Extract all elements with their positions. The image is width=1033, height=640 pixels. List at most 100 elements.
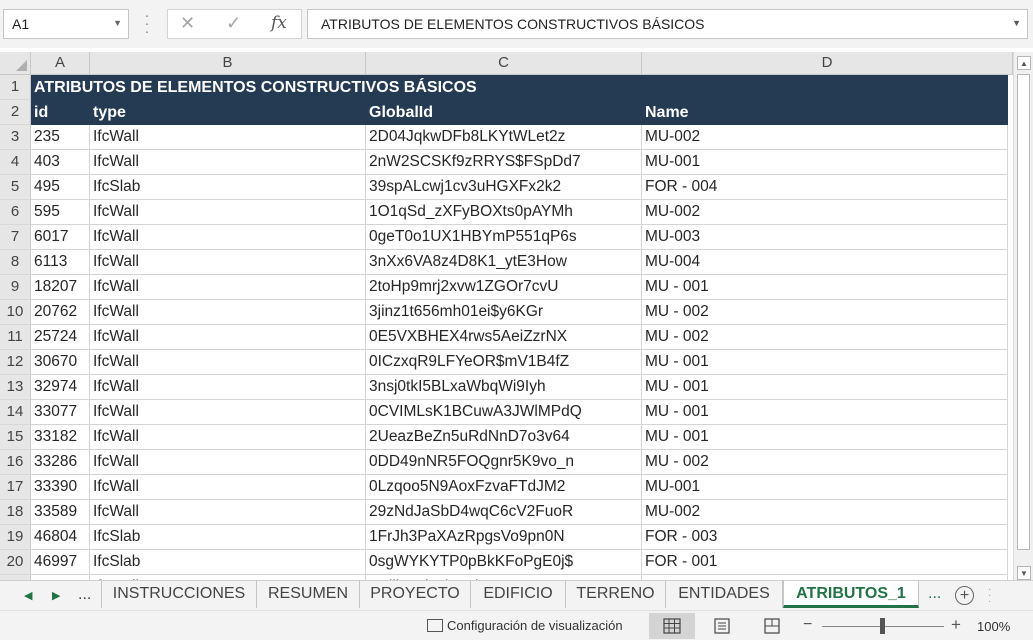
tab-atributos-1[interactable]: ATRIBUTOS_1 <box>783 581 919 608</box>
cell-type[interactable]: IfcWall <box>90 150 366 175</box>
cell-globalid[interactable]: 1O1qSd_zXFyBOXts0pAYMh <box>366 200 642 225</box>
cell-id[interactable]: 33390 <box>31 475 90 500</box>
cancel-entry-icon[interactable]: ✕ <box>180 13 195 34</box>
cell-globalid[interactable]: 3nXx6VA8z4D8K1_ytE3How <box>366 250 642 275</box>
scroll-up-icon[interactable]: ▲ <box>1017 56 1031 70</box>
cell-type[interactable]: IfcWall <box>90 225 366 250</box>
cell-type[interactable]: IfcWall <box>90 375 366 400</box>
cell-id[interactable]: 6017 <box>31 225 90 250</box>
add-sheet-icon[interactable]: + <box>955 586 974 605</box>
row-header[interactable]: 16 <box>0 450 31 475</box>
normal-view-button[interactable] <box>649 613 695 639</box>
cell-id[interactable]: 235 <box>31 125 90 150</box>
tab-resumen[interactable]: RESUMEN <box>257 581 360 608</box>
cell-type[interactable]: IfcSlab <box>90 550 366 575</box>
cell-type[interactable]: IfcWall <box>90 325 366 350</box>
row-header[interactable]: 14 <box>0 400 31 425</box>
cell-name[interactable]: MU-002 <box>642 125 1008 150</box>
cell-globalid[interactable]: 2D04JqkwDFb8LKYtWLet2z <box>366 125 642 150</box>
cell-id[interactable]: 595 <box>31 200 90 225</box>
cell-globalid[interactable]: 2UeazBeZn5uRdNnD7o3v64 <box>366 425 642 450</box>
row-header[interactable]: 7 <box>0 225 31 250</box>
cell-globalid[interactable]: 0ICzxqR9LFYeOR$mV1B4fZ <box>366 350 642 375</box>
cell-type[interactable]: IfcWall <box>90 275 366 300</box>
cell-id[interactable]: 33182 <box>31 425 90 450</box>
cell-type[interactable]: IfcWall <box>90 200 366 225</box>
title-band[interactable]: ATRIBUTOS DE ELEMENTOS CONSTRUCTIVOS BÁS… <box>31 75 1008 100</box>
cell-type[interactable]: IfcSlab <box>90 175 366 200</box>
cell-type[interactable]: IfcWall <box>90 425 366 450</box>
name-box[interactable]: A1 ▼ <box>3 9 129 39</box>
cell-type[interactable]: IfcWall <box>90 500 366 525</box>
column-header-a[interactable]: A <box>31 52 90 75</box>
next-sheet-icon[interactable]: ▶ <box>52 589 60 602</box>
row-header[interactable]: 8 <box>0 250 31 275</box>
zoom-in-button[interactable]: + <box>951 615 961 635</box>
row-header[interactable]: 20 <box>0 550 31 575</box>
cell-name[interactable]: MU - 001 <box>642 275 1008 300</box>
row-header[interactable]: 13 <box>0 375 31 400</box>
tab-edificio[interactable]: EDIFICIO <box>471 581 566 608</box>
cell-globalid[interactable]: 0sgWYKYTP0pBkKFoPgE0j$ <box>366 550 642 575</box>
cell-name[interactable]: MU-001 <box>642 150 1008 175</box>
row-header[interactable]: 9 <box>0 275 31 300</box>
row-header[interactable]: 4 <box>0 150 31 175</box>
cell-name[interactable]: MU-001 <box>642 475 1008 500</box>
cell-id[interactable]: 33286 <box>31 450 90 475</box>
row-header[interactable]: 5 <box>0 175 31 200</box>
cell-globalid[interactable]: 0Lzqoo5N9AoxFzvaFTdJM2 <box>366 475 642 500</box>
row-header[interactable]: 18 <box>0 500 31 525</box>
tab-splitter-icon[interactable]: · · · <box>988 585 991 607</box>
cell-name[interactable]: MU - 001 <box>642 350 1008 375</box>
tab-instrucciones[interactable]: INSTRUCCIONES <box>101 581 257 608</box>
tab-entidades[interactable]: ENTIDADES <box>666 581 783 608</box>
row-header[interactable]: 10 <box>0 300 31 325</box>
cell-id[interactable]: 33077 <box>31 400 90 425</box>
cell-name[interactable]: FOR - 003 <box>642 525 1008 550</box>
cell-name[interactable]: MU - 001 <box>642 425 1008 450</box>
cell-id[interactable]: 495 <box>31 175 90 200</box>
cell-id[interactable]: 18207 <box>31 275 90 300</box>
cell-globalid[interactable]: 0DD49nNR5FOQgnr5K9vo_n <box>366 450 642 475</box>
cell-id[interactable]: 33589 <box>31 500 90 525</box>
scroll-down-icon[interactable]: ▼ <box>1017 566 1031 580</box>
row-header[interactable]: 17 <box>0 475 31 500</box>
cell-id[interactable]: 20762 <box>31 300 90 325</box>
row-header[interactable]: 3 <box>0 125 31 150</box>
zoom-out-button[interactable]: − <box>803 616 812 634</box>
header-band[interactable]: id type GlobalId Name <box>31 100 1008 125</box>
row-header[interactable]: 15 <box>0 425 31 450</box>
cell-id[interactable]: 30670 <box>31 350 90 375</box>
row-header[interactable]: 6 <box>0 200 31 225</box>
cell-id[interactable]: 32974 <box>31 375 90 400</box>
confirm-entry-icon[interactable]: ✓ <box>226 13 241 34</box>
cell-id[interactable]: 403 <box>31 150 90 175</box>
column-header-d[interactable]: D <box>642 52 1013 75</box>
cell-name[interactable]: MU - 001 <box>642 375 1008 400</box>
zoom-slider-thumb[interactable] <box>880 618 885 634</box>
cell-globalid[interactable]: 0CVIMLsK1BCuwA3JWlMPdQ <box>366 400 642 425</box>
formula-input[interactable]: ATRIBUTOS DE ELEMENTOS CONSTRUCTIVOS BÁS… <box>307 9 1028 39</box>
cell-id[interactable]: 46804 <box>31 525 90 550</box>
page-layout-view-button[interactable] <box>699 613 745 639</box>
row-header[interactable]: 12 <box>0 350 31 375</box>
cell-id[interactable]: 6113 <box>31 250 90 275</box>
cell-type[interactable]: IfcSlab <box>90 525 366 550</box>
more-sheets-right[interactable]: ... <box>928 585 941 603</box>
select-all-corner[interactable] <box>0 52 31 75</box>
column-header-c[interactable]: C <box>366 52 642 75</box>
expand-formula-bar-icon[interactable]: ▼ <box>1012 18 1021 28</box>
more-sheets-left[interactable]: ... <box>78 586 91 604</box>
cell-globalid[interactable]: 0E5VXBHEX4rws5AeiZzrNX <box>366 325 642 350</box>
cell-name[interactable]: MU-003 <box>642 225 1008 250</box>
cell-globalid[interactable]: 2toHp9mrj2xvw1ZGOr7cvU <box>366 275 642 300</box>
cell-type[interactable]: IfcWall <box>90 350 366 375</box>
display-settings-button[interactable]: Configuración de visualización <box>427 618 623 633</box>
column-header-b[interactable]: B <box>90 52 366 75</box>
row-header[interactable]: 19 <box>0 525 31 550</box>
spreadsheet-grid[interactable]: A B C D 1 2 ATRIBUTOS DE ELEMENTOS CONST… <box>0 52 1013 580</box>
cell-globalid[interactable]: 1FrJh3PaXAzRpgsVo9pn0N <box>366 525 642 550</box>
cell-globalid[interactable]: 0geT0o1UX1HBYmP551qP6s <box>366 225 642 250</box>
cell-id[interactable]: 25724 <box>31 325 90 350</box>
cell-name[interactable]: MU - 002 <box>642 325 1008 350</box>
